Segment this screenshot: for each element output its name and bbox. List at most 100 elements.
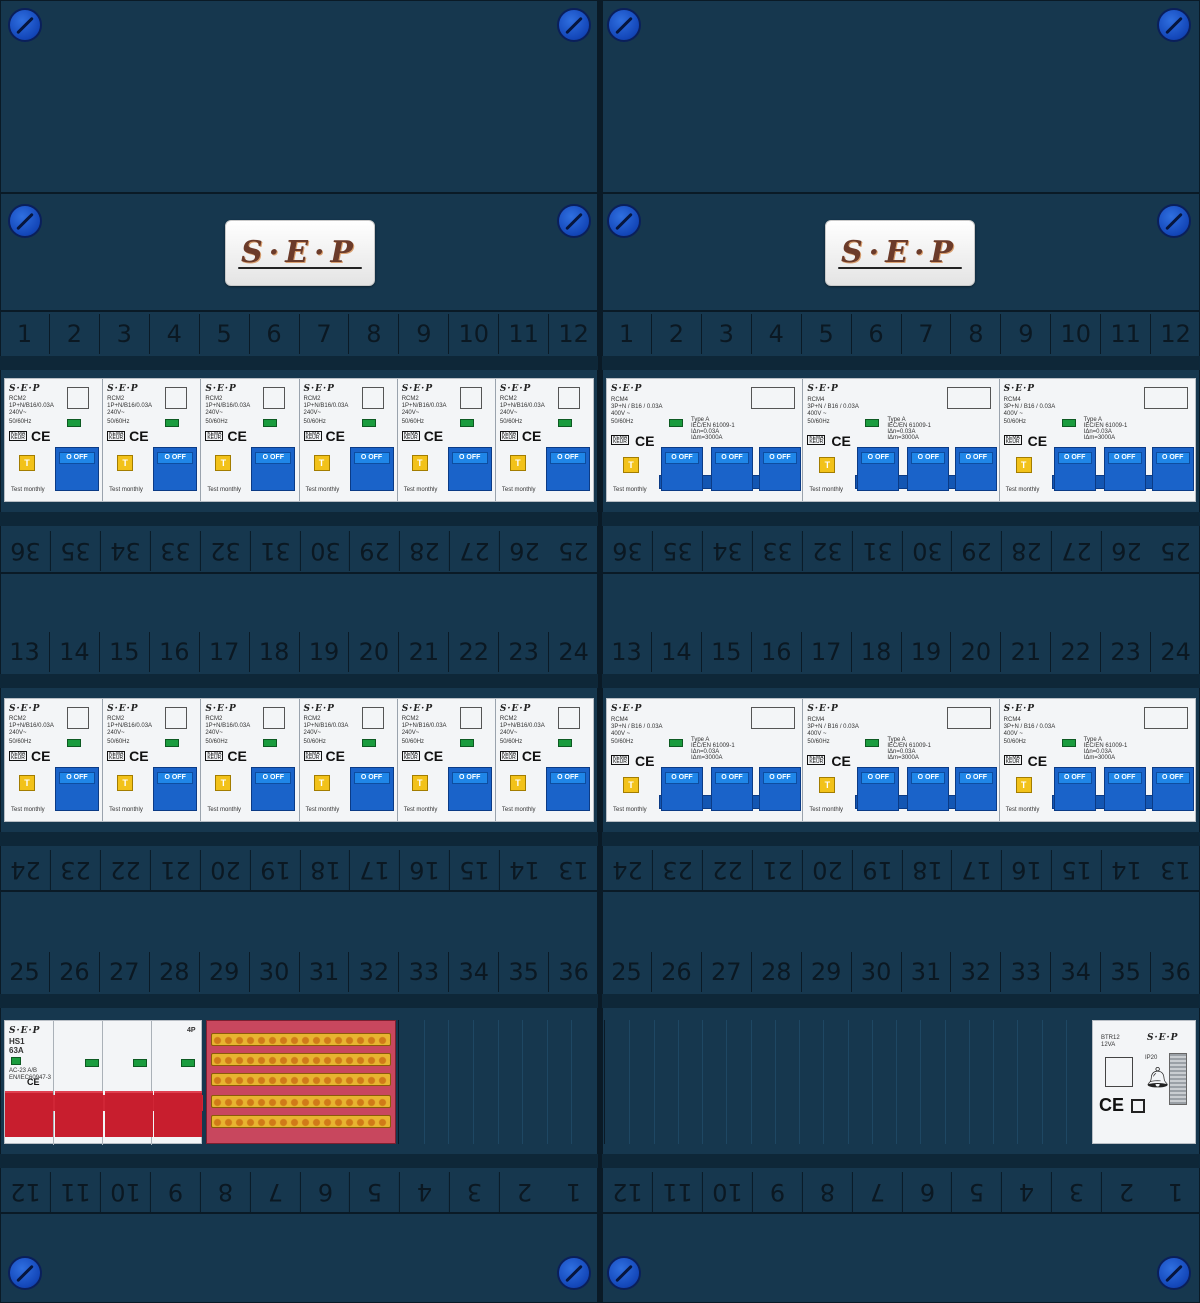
module-number: 27 (449, 531, 500, 571)
test-button[interactable]: T (117, 775, 134, 791)
rcm4-toggle-lever[interactable]: O OFF (907, 767, 950, 811)
rcbo-breaker[interactable]: S·E·P RCM2 1P+N/B16/0.03A 240V~ 50/60Hz KEMA … (5, 699, 104, 821)
rcbo-toggle-lever[interactable]: O OFF (447, 767, 492, 811)
module-slot-line (1017, 1020, 1018, 1144)
test-button[interactable]: T (313, 455, 330, 471)
din-rail (0, 674, 598, 688)
rcbo-toggle-lever[interactable]: O OFF (545, 447, 590, 491)
screw-icon[interactable] (1157, 8, 1191, 42)
rcbo-toggle-lever[interactable]: O OFF (447, 447, 492, 491)
screw-icon[interactable] (557, 1256, 591, 1290)
test-button[interactable]: T (623, 777, 639, 793)
screw-icon[interactable] (607, 8, 641, 42)
rcm4-breaker[interactable]: S·E·P RCM4 3P+N / B16 / 0.03A 400V ~ 50/60Hz… (607, 699, 804, 821)
rcbo-group-row2-left: S·E·P RCM2 1P+N/B16/0.03A 240V~ 50/60Hz KEMA … (4, 698, 594, 822)
rcbo-breaker[interactable]: S·E·P RCM2 1P+N/B16/0.03A 240V~ 50/60Hz KEMA … (201, 379, 300, 501)
rcbo-breaker[interactable]: S·E·P RCM2 1P+N/B16/0.03A 240V~ 50/60Hz KEMA … (496, 699, 593, 821)
rcm4-breaker[interactable]: S·E·P RCM4 3P+N / B16 / 0.03A 400V ~ 50/60Hz… (1000, 379, 1195, 501)
rcm4-toggle-lever[interactable]: O OFF (661, 447, 703, 491)
rcbo-breaker[interactable]: S·E·P RCM2 1P+N/B16/0.03A 240V~ 50/60Hz KEMA … (5, 379, 104, 501)
rcm4-toggle-lever[interactable]: O OFF (1151, 447, 1194, 491)
test-button[interactable]: T (819, 777, 836, 793)
rcm4-toggle-lever[interactable]: O OFF (1053, 447, 1096, 491)
circuit-diagram-icon (557, 387, 580, 409)
main-switch-handle[interactable] (105, 1091, 153, 1137)
module-number: 29 (200, 952, 250, 992)
rcm4-breaker[interactable]: S·E·P RCM4 3P+N / B16 / 0.03A 400V ~ 50/60Hz… (803, 379, 1000, 501)
ce-mark: CE (325, 748, 345, 764)
screw-icon[interactable] (8, 8, 42, 42)
test-button[interactable]: T (623, 457, 639, 473)
rcbo-freq: 50/60Hz (205, 739, 228, 745)
rcm4-toggle-lever[interactable]: O OFF (661, 767, 703, 811)
rcbo-freq: 50/60Hz (9, 419, 32, 425)
module-number: 27 (1051, 531, 1102, 571)
rcbo-breaker[interactable]: S·E·P RCM2 1P+N/B16/0.03A 240V~ 50/60Hz KEMA … (103, 379, 202, 501)
rcbo-toggle-lever[interactable]: O OFF (251, 767, 296, 811)
rcbo-breaker[interactable]: S·E·P RCM2 1P+N/B16/0.03A 240V~ 50/60Hz KEMA … (300, 379, 398, 501)
test-button[interactable]: T (117, 455, 134, 471)
main-switch-handle[interactable] (154, 1091, 202, 1137)
screw-icon[interactable] (1157, 1256, 1191, 1290)
test-button[interactable]: T (215, 455, 232, 471)
rcbo-breaker[interactable]: S·E·P RCM2 1P+N/B16/0.03A 240V~ 50/60Hz KEMA … (398, 379, 496, 501)
rcm4-toggle-lever[interactable]: O OFF (1053, 767, 1096, 811)
rcm4-toggle-lever[interactable]: O OFF (1103, 767, 1146, 811)
main-switch-handle[interactable] (55, 1091, 103, 1137)
rcbo-breaker[interactable]: S·E·P RCM2 1P+N/B16/0.03A 240V~ 50/60Hz KEMA … (201, 699, 300, 821)
rcm4-toggle-lever[interactable]: O OFF (907, 447, 950, 491)
screw-icon[interactable] (8, 204, 42, 238)
screw-icon[interactable] (607, 1256, 641, 1290)
screw-icon[interactable] (1157, 204, 1191, 238)
test-button[interactable]: T (509, 455, 526, 471)
test-button[interactable]: T (215, 775, 232, 791)
main-switch-handle[interactable] (5, 1091, 53, 1137)
rcm4-toggle-lever[interactable]: O OFF (857, 767, 900, 811)
rcbo-toggle-lever[interactable]: O OFF (153, 767, 198, 811)
rcbo-breaker[interactable]: S·E·P RCM2 1P+N/B16/0.03A 240V~ 50/60Hz KEMA … (496, 379, 593, 501)
rcm4-breaker[interactable]: S·E·P RCM4 3P+N / B16 / 0.03A 400V ~ 50/60Hz… (1000, 699, 1195, 821)
test-button[interactable]: T (1015, 457, 1032, 473)
test-button[interactable]: T (19, 455, 35, 471)
module-number: 12 (0, 1172, 50, 1212)
rcbo-toggle-lever[interactable]: O OFF (545, 767, 590, 811)
module-number: 32 (801, 531, 852, 571)
screw-icon[interactable] (8, 1256, 42, 1290)
rcm4-breaker[interactable]: S·E·P RCM4 3P+N / B16 / 0.03A 400V ~ 50/60Hz… (607, 379, 804, 501)
rcm4-toggle-lever[interactable]: O OFF (759, 767, 801, 811)
rcbo-toggle-lever[interactable]: O OFF (55, 447, 99, 491)
rcm4-toggle-lever[interactable]: O OFF (759, 447, 801, 491)
transformer-power: 12VA (1101, 1042, 1116, 1048)
test-button[interactable]: T (411, 455, 428, 471)
rcbo-toggle-lever[interactable]: O OFF (349, 447, 394, 491)
test-button[interactable]: T (1015, 777, 1032, 793)
test-button[interactable]: T (509, 775, 526, 791)
rcbo-breaker[interactable]: S·E·P RCM2 1P+N/B16/0.03A 240V~ 50/60Hz KEMA … (103, 699, 202, 821)
main-switch-hs1[interactable]: S·E·P HS1 63A AC-23 A/B EN/IEC60947-3 CE… (4, 1020, 203, 1145)
rcbo-voltage: 240V~ (205, 730, 223, 736)
rcm4-breaker[interactable]: S·E·P RCM4 3P+N / B16 / 0.03A 400V ~ 50/60Hz… (803, 699, 1000, 821)
test-button[interactable]: T (19, 775, 35, 791)
transformer-icon (1105, 1057, 1133, 1087)
screw-icon[interactable] (557, 204, 591, 238)
rcbo-toggle-lever[interactable]: O OFF (349, 767, 394, 811)
rcm4-toggle-lever[interactable]: O OFF (1151, 767, 1194, 811)
test-button[interactable]: T (411, 775, 428, 791)
rcm4-freq: 50/60Hz (1003, 419, 1027, 425)
test-button[interactable]: T (313, 775, 330, 791)
rcbo-breaker[interactable]: S·E·P RCM2 1P+N/B16/0.03A 240V~ 50/60Hz KEMA … (398, 699, 496, 821)
rcbo-toggle-lever[interactable]: O OFF (251, 447, 296, 491)
rcm4-toggle-lever[interactable]: O OFF (955, 447, 998, 491)
test-button[interactable]: T (819, 457, 836, 473)
rcm4-toggle-lever[interactable]: O OFF (857, 447, 900, 491)
rcm4-toggle-lever[interactable]: O OFF (711, 447, 753, 491)
main-switch-model: HS1 (9, 1037, 25, 1046)
screw-icon[interactable] (607, 204, 641, 238)
rcbo-toggle-lever[interactable]: O OFF (55, 767, 99, 811)
rcbo-toggle-lever[interactable]: O OFF (153, 447, 198, 491)
rcbo-breaker[interactable]: S·E·P RCM2 1P+N/B16/0.03A 240V~ 50/60Hz KEMA … (300, 699, 398, 821)
rcm4-toggle-lever[interactable]: O OFF (955, 767, 998, 811)
screw-icon[interactable] (557, 8, 591, 42)
rcm4-toggle-lever[interactable]: O OFF (711, 767, 753, 811)
rcm4-toggle-lever[interactable]: O OFF (1103, 447, 1146, 491)
